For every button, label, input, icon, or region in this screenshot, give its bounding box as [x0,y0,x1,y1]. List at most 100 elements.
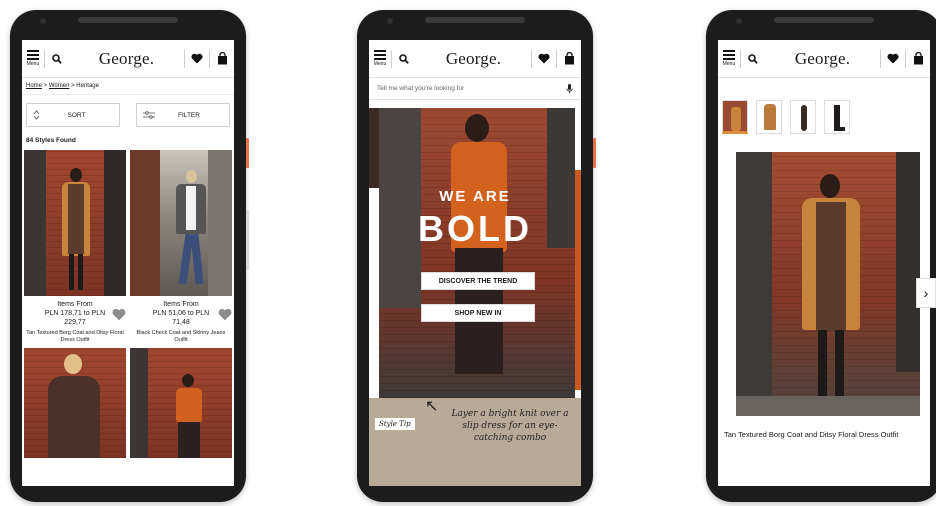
app-header: Menu George. [369,40,581,78]
discover-trend-button[interactable]: DISCOVER THE TREND [421,272,535,290]
wishlist-button[interactable] [881,53,905,64]
bag-icon [913,52,923,65]
shop-new-in-button[interactable]: SHOP NEW IN [421,304,535,322]
chevron-right-icon: › [923,285,929,301]
wishlist-heart-icon[interactable] [112,308,126,321]
sort-arrows-icon [33,110,40,120]
brand-logo[interactable]: George. [69,49,184,69]
product-tile[interactable]: Items From PLN 51,06 to PLN 71,48 Black … [130,150,232,344]
screen-campaign: Menu George. Tell me what you're looking… [369,40,581,486]
power-button [593,138,596,168]
power-button [246,138,249,168]
filter-label: FILTER [178,111,200,119]
sort-button[interactable]: SORT [26,103,120,127]
bag-icon [217,52,227,65]
hamburger-icon [27,50,39,60]
speaker-grille [78,17,178,23]
wishlist-button[interactable] [185,53,209,64]
image-thumbnails [718,78,930,134]
menu-label: Menu [722,61,736,67]
wishlist-heart-icon[interactable] [218,308,232,321]
filter-sliders-icon [143,111,155,119]
product-image[interactable] [130,150,232,296]
hamburger-icon [374,50,386,60]
campaign-banner[interactable]: WE ARE BOLD DISCOVER THE TREND SHOP NEW … [369,100,581,486]
sort-filter-bar: SORT FILTER [22,95,234,127]
product-tile[interactable] [130,348,232,458]
thumbnail-dress[interactable] [790,100,816,134]
menu-button[interactable]: Menu [718,40,740,78]
wishlist-button[interactable] [532,53,556,64]
heart-icon [191,53,203,64]
thumbnail-outfit[interactable] [722,100,748,134]
volume-button [246,210,249,270]
breadcrumb-women[interactable]: Women [49,83,70,89]
hamburger-icon [723,50,735,60]
product-image[interactable] [24,150,126,296]
heart-icon [887,53,899,64]
product-name[interactable]: Tan Textured Borg Coat and Ditsy Floral … [24,330,126,344]
phone-frame-product: Menu George. Tan Textured Borg Coat and … [706,10,936,502]
basket-button[interactable] [557,52,581,65]
price-range: PLN 51,06 to PLN 71,48 [152,310,210,326]
search-button[interactable] [741,53,765,64]
search-button[interactable] [45,53,69,64]
search-placeholder: Tell me what you're looking for [377,85,465,92]
bag-icon [564,52,574,65]
phone-frame-campaign: Menu George. Tell me what you're looking… [357,10,596,502]
product-name[interactable]: Black Check Coat and Skinny Jeans Outfit [130,330,232,344]
breadcrumb: Home > Women > Heritage [22,78,234,95]
product-image[interactable] [130,348,232,458]
basket-button[interactable] [906,52,930,65]
brand-logo[interactable]: George. [765,49,880,69]
product-main-image[interactable] [736,152,920,416]
product-tile[interactable] [24,348,126,458]
front-camera [40,18,46,24]
heart-icon [538,53,550,64]
brand-logo[interactable]: George. [416,49,531,69]
product-grid: Items From PLN 178,71 to PLN 229,77 Tan … [22,150,234,458]
product-tile[interactable]: Items From PLN 178,71 to PLN 229,77 Tan … [24,150,126,344]
hero-heading-line2: BOLD [418,208,532,249]
front-camera [736,18,742,24]
microphone-icon[interactable] [566,83,573,94]
product-title: Tan Textured Borg Coat and Ditsy Floral … [724,430,899,439]
campaign-photo [379,108,575,398]
menu-label: Menu [26,61,40,67]
breadcrumb-current: Heritage [76,83,99,89]
curved-arrow-icon: ↖ [425,398,439,415]
decor-leaf [369,108,379,188]
speaker-grille [774,17,874,23]
app-header: Menu George. [718,40,930,78]
menu-button[interactable]: Menu [369,40,391,78]
phone-frame-listing: Menu George. Home > Women > Heritage SOR… [10,10,249,502]
price-prefix: Items From [57,301,93,308]
hero-heading-line1: WE ARE [439,188,511,205]
style-tip-label: Style Tip [375,418,415,430]
search-icon [399,53,409,64]
filter-button[interactable]: FILTER [136,103,230,127]
price-range: PLN 178,71 to PLN 229,77 [44,310,106,326]
search-icon [52,53,62,64]
sort-label: SORT [67,111,86,119]
breadcrumb-separator: > [42,83,49,89]
menu-button[interactable]: Menu [22,40,44,78]
app-header: Menu George. [22,40,234,78]
thumbnail-boots[interactable] [824,100,850,134]
search-field[interactable]: Tell me what you're looking for [369,78,581,100]
next-image-button[interactable]: › [916,278,936,308]
search-icon [748,53,758,64]
search-button[interactable] [392,53,416,64]
price-prefix: Items From [163,301,199,308]
front-camera [387,18,393,24]
screen-listing: Menu George. Home > Women > Heritage SOR… [22,40,234,486]
screen-product: Menu George. Tan Textured Borg Coat and … [718,40,936,486]
style-tip-text: Layer a bright knit over a slip dress fo… [451,409,569,443]
basket-button[interactable] [210,52,234,65]
thumbnail-coat[interactable] [756,100,782,134]
menu-label: Menu [373,61,387,67]
results-count: 84 Styles Found [26,137,76,144]
speaker-grille [425,17,525,23]
breadcrumb-home[interactable]: Home [26,83,42,89]
product-image[interactable] [24,348,126,458]
